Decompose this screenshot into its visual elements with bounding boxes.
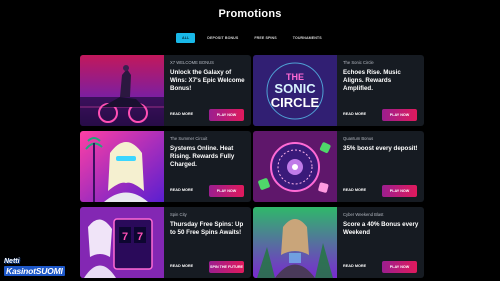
promo-card-spin-city: 7 7 Spin City Thursday Free Spins: Up to…	[80, 207, 251, 278]
promo-image-sonic-circle[interactable]: THE SONIC CIRCLE	[253, 55, 337, 126]
play-now-button[interactable]: PLAY NOW	[209, 185, 244, 197]
tab-all[interactable]: ALL	[176, 33, 196, 43]
promo-image-roulette[interactable]	[253, 131, 337, 202]
promo-card-cyber-weekend: Cyber Weekend Blast Score a 40% Bonus ev…	[253, 207, 424, 278]
tab-free-spins[interactable]: FREE SPINS	[250, 33, 280, 43]
play-now-button[interactable]: PLAY NOW	[382, 261, 417, 273]
promo-card-quantum-bonus: Quantum Bonus 35% boost every deposit! R…	[253, 131, 424, 202]
read-more-link[interactable]: READ MORE	[343, 112, 366, 116]
play-now-button[interactable]: PLAY NOW	[382, 185, 417, 197]
read-more-link[interactable]: READ MORE	[170, 264, 193, 268]
promo-headline: Unlock the Galaxy of Wins: X7's Epic Wel…	[170, 69, 245, 92]
read-more-link[interactable]: READ MORE	[170, 112, 193, 116]
svg-text:CIRCLE: CIRCLE	[271, 95, 320, 110]
promo-image-motorcycle[interactable]	[80, 55, 164, 126]
promo-headline: Score a 40% Bonus every Weekend	[343, 221, 419, 236]
promo-headline: Echoes Rise. Music Aligns. Rewards Ampli…	[343, 69, 401, 92]
read-more-link[interactable]: READ MORE	[170, 188, 193, 192]
promo-card-x7-welcome: X7 WELCOME BONUS Unlock the Galaxy of Wi…	[80, 55, 251, 126]
promo-headline: Systems Online. Heat Rising. Rewards Ful…	[170, 145, 235, 168]
promo-tabs: ALL DEPOSIT BONUS FREE SPINS TOURNAMENTS	[176, 33, 326, 43]
play-now-button[interactable]: PLAY NOW	[209, 109, 244, 121]
promo-category: The Summer Circuit	[170, 136, 208, 141]
svg-text:7: 7	[122, 231, 128, 243]
read-more-link[interactable]: READ MORE	[343, 264, 366, 268]
promo-headline: Thursday Free Spins: Up to 50 Free Spins…	[170, 221, 244, 236]
play-now-button[interactable]: PLAY NOW	[382, 109, 417, 121]
page-title: Promotions	[218, 8, 282, 20]
promo-image-cyber-warrior[interactable]	[253, 207, 337, 278]
promo-card-sonic-circle: THE SONIC CIRCLE The Sonic Circle Echoes…	[253, 55, 424, 126]
promo-image-slot-machine[interactable]: 7 7	[80, 207, 164, 278]
promo-image-cyber-woman[interactable]	[80, 131, 164, 202]
site-logo[interactable]: Netti KasinotSUOMI	[2, 258, 72, 280]
spin-the-future-button[interactable]: SPIN THE FUTURE	[209, 261, 244, 273]
logo-line-1: Netti	[4, 258, 20, 265]
promo-category: Spin City	[170, 212, 187, 217]
promo-category: Cyber Weekend Blast	[343, 212, 384, 217]
tab-deposit-bonus[interactable]: DEPOSIT BONUS	[203, 33, 242, 43]
tab-tournaments[interactable]: TOURNAMENTS	[289, 33, 326, 43]
promo-category: X7 WELCOME BONUS	[170, 60, 214, 65]
read-more-link[interactable]: READ MORE	[343, 188, 366, 192]
promo-headline: 35% boost every deposit!	[343, 145, 418, 152]
svg-text:7: 7	[137, 231, 143, 243]
svg-text:SONIC: SONIC	[274, 81, 316, 96]
promo-category: Quantum Bonus	[343, 136, 374, 141]
logo-line-2: KasinotSUOMI	[4, 266, 65, 276]
promo-card-summer-circuit: The Summer Circuit Systems Online. Heat …	[80, 131, 251, 202]
promo-category: The Sonic Circle	[343, 60, 374, 65]
